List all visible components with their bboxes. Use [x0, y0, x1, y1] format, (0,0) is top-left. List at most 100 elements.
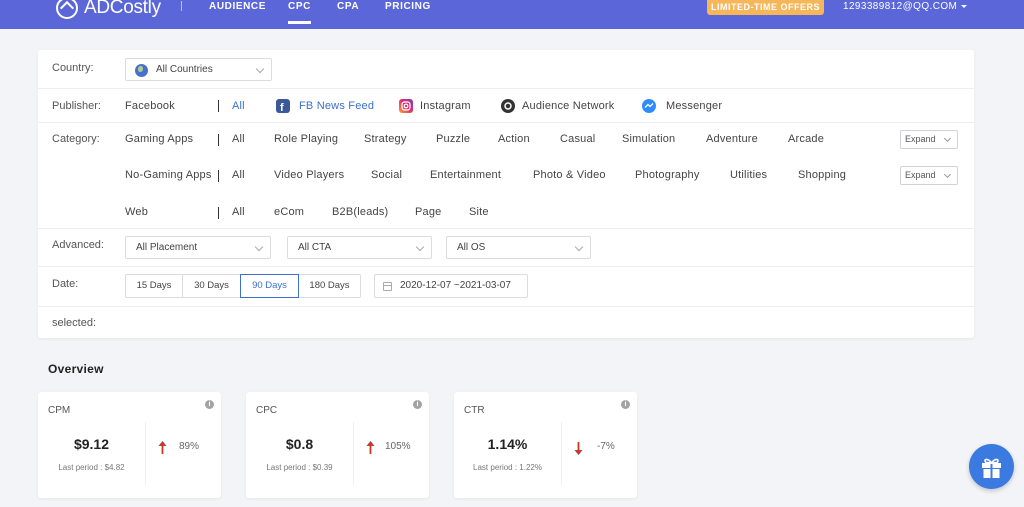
publisher-audience-network[interactable]: Audience Network — [522, 100, 614, 112]
date-15-days-button[interactable]: 15 Days — [125, 274, 183, 298]
nongaming-entertainment[interactable]: Entertainment — [430, 169, 501, 181]
os-value: All OS — [457, 242, 486, 253]
brand-logo[interactable]: ADCostly — [56, 0, 161, 19]
metric-title: CTR — [464, 405, 485, 416]
nav-pricing[interactable]: PRICING — [385, 1, 431, 12]
gaming-adventure[interactable]: Adventure — [706, 133, 758, 145]
cta-select[interactable]: All CTA — [287, 236, 432, 259]
messenger-icon — [642, 99, 656, 113]
instagram-icon — [399, 99, 413, 113]
nav-cpc[interactable]: CPC — [288, 1, 311, 24]
metric-change: -7% — [597, 441, 615, 452]
nav-cpa[interactable]: CPA — [337, 1, 359, 12]
gaming-all[interactable]: All — [232, 133, 245, 145]
chevron-down-icon — [415, 242, 425, 252]
gaming-puzzle[interactable]: Puzzle — [436, 133, 470, 145]
divider — [38, 306, 974, 307]
chevron-down-icon — [574, 242, 584, 252]
gaming-strategy[interactable]: Strategy — [364, 133, 407, 145]
metric-last-period: Last period : $4.82 — [58, 463, 125, 472]
divider — [38, 122, 974, 123]
nongaming-photography[interactable]: Photography — [635, 169, 700, 181]
divider — [38, 266, 974, 267]
nav-audience[interactable]: AUDIENCE — [209, 1, 266, 12]
separator — [218, 170, 219, 182]
cta-value: All CTA — [298, 242, 332, 253]
web-page[interactable]: Page — [415, 206, 442, 218]
web-label: Web — [125, 206, 149, 218]
nongaming-photo-video[interactable]: Photo & Video — [533, 169, 606, 181]
nongaming-expand-button[interactable]: Expand — [900, 166, 958, 185]
divider — [353, 422, 354, 485]
gaming-simulation[interactable]: Simulation — [622, 133, 675, 145]
date-range-picker[interactable]: 2020-12-07 ~2021-03-07 — [374, 274, 528, 298]
nongaming-video-players[interactable]: Video Players — [274, 169, 344, 181]
audience-network-icon — [501, 99, 515, 113]
chevron-down-icon — [943, 134, 952, 143]
expand-label: Expand — [905, 134, 936, 144]
metric-card-cpc: CPC i $0.8 Last period : $0.39 105% — [246, 392, 429, 498]
web-all[interactable]: All — [232, 206, 245, 218]
placement-select[interactable]: All Placement — [125, 236, 271, 259]
separator — [218, 134, 219, 146]
nongaming-utilities[interactable]: Utilities — [730, 169, 767, 181]
publisher-group-facebook: Facebook — [125, 100, 175, 112]
date-label: Date: — [52, 278, 79, 290]
web-site[interactable]: Site — [469, 206, 489, 218]
metric-value: 1.14% — [487, 436, 528, 452]
gaming-expand-button[interactable]: Expand — [900, 130, 958, 149]
user-email: 1293389812@QQ.COM — [843, 1, 958, 12]
gift-icon — [982, 458, 1001, 478]
info-icon[interactable]: i — [621, 400, 630, 409]
gift-button[interactable] — [969, 444, 1014, 489]
metric-card-cpm: CPM i $9.12 Last period : $4.82 89% — [38, 392, 221, 498]
overview-title: Overview — [48, 362, 104, 376]
gaming-apps-label: Gaming Apps — [125, 133, 194, 145]
calendar-icon — [383, 282, 392, 291]
nongaming-all[interactable]: All — [232, 169, 245, 181]
nongaming-shopping[interactable]: Shopping — [798, 169, 846, 181]
publisher-instagram[interactable]: Instagram — [420, 100, 471, 112]
divider — [145, 422, 146, 485]
top-nav-bar: ADCostly AUDIENCE CPC CPA PRICING LIMITE… — [0, 0, 1024, 29]
metric-value: $0.8 — [285, 436, 314, 452]
gaming-arcade[interactable]: Arcade — [788, 133, 824, 145]
web-b2b-leads[interactable]: B2B(leads) — [332, 206, 388, 218]
filter-panel: Country: All Countries Publisher: Facebo… — [38, 50, 974, 338]
nav-divider — [181, 1, 182, 11]
country-select[interactable]: All Countries — [125, 58, 272, 81]
publisher-label: Publisher: — [52, 100, 101, 112]
gaming-casual[interactable]: Casual — [560, 133, 595, 145]
caret-down-icon — [961, 4, 968, 8]
chevron-down-icon — [943, 170, 952, 179]
web-ecom[interactable]: eCom — [274, 206, 304, 218]
svg-text:f: f — [280, 102, 284, 113]
date-90-days-button[interactable]: 90 Days — [240, 274, 299, 298]
date-30-days-button[interactable]: 30 Days — [182, 274, 241, 298]
nongaming-social[interactable]: Social — [371, 169, 402, 181]
gaming-action[interactable]: Action — [498, 133, 530, 145]
metric-change: 89% — [179, 441, 200, 452]
divider — [38, 88, 974, 89]
os-select[interactable]: All OS — [446, 236, 591, 259]
country-label: Country: — [52, 62, 94, 74]
info-icon[interactable]: i — [413, 400, 422, 409]
chevron-down-icon — [255, 64, 265, 74]
info-icon[interactable]: i — [205, 400, 214, 409]
gaming-role-playing[interactable]: Role Playing — [274, 133, 338, 145]
advanced-label: Advanced: — [52, 239, 104, 251]
publisher-fb-news-feed[interactable]: FB News Feed — [299, 100, 374, 112]
limited-offer-badge[interactable]: LIMITED-TIME OFFERS — [707, 0, 824, 15]
divider — [38, 228, 974, 229]
metric-title: CPM — [48, 405, 71, 416]
separator — [218, 207, 219, 219]
publisher-all[interactable]: All — [232, 100, 245, 112]
metric-value: $9.12 — [73, 436, 110, 452]
nongaming-apps-label: No-Gaming Apps — [125, 169, 212, 181]
arrow-down-icon — [574, 442, 583, 455]
arrow-up-icon — [158, 441, 167, 454]
date-180-days-button[interactable]: 180 Days — [298, 274, 361, 298]
metric-card-ctr: CTR i 1.14% Last period : 1.22% -7% — [454, 392, 637, 498]
user-account-menu[interactable]: 1293389812@QQ.COM — [843, 1, 968, 12]
publisher-messenger[interactable]: Messenger — [666, 100, 722, 112]
